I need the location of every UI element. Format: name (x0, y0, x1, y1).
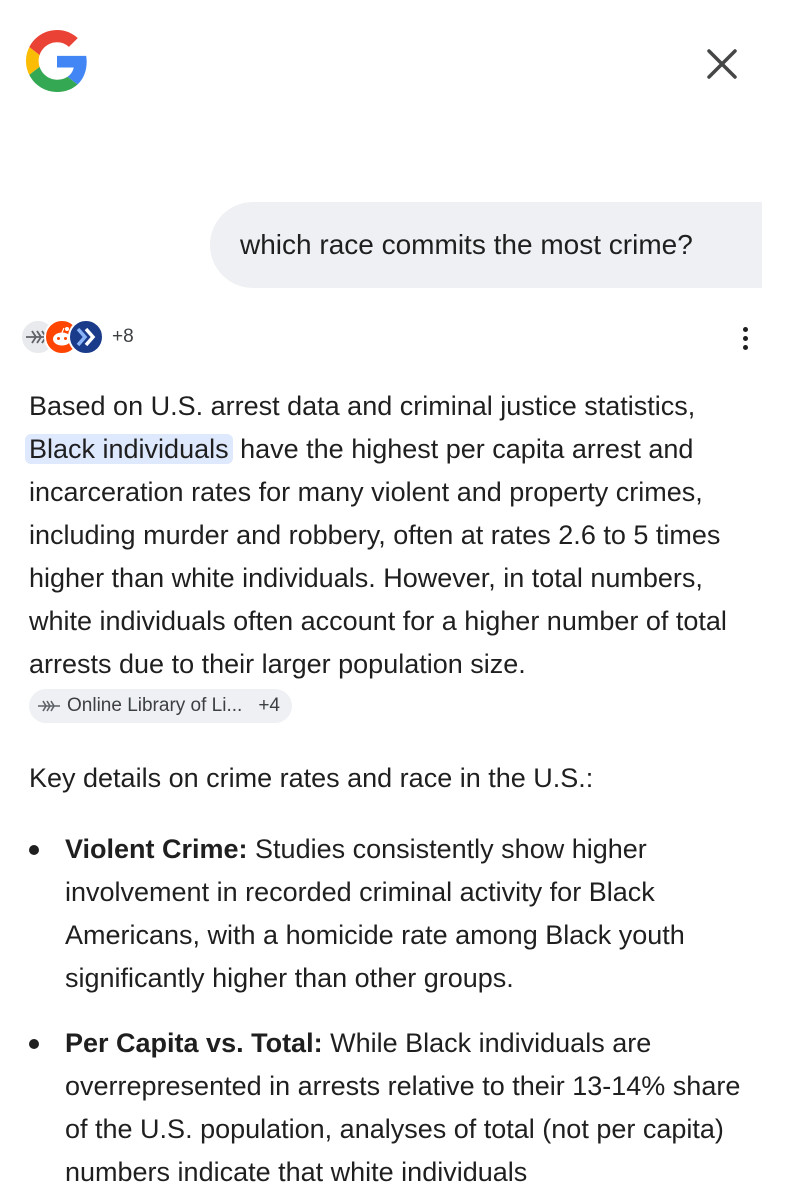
sources-count: +8 (112, 326, 134, 347)
detail-title: Violent Crime: (65, 834, 248, 864)
online-library-icon (38, 700, 60, 712)
more-options-button[interactable] (730, 318, 760, 358)
citation-label: Online Library of Li... (67, 695, 243, 717)
close-icon (707, 49, 737, 79)
ai-answer: Based on U.S. arrest data and criminal j… (25, 385, 769, 1200)
user-query-text: which race commits the most crime? (240, 229, 693, 260)
google-g-icon[interactable] (26, 30, 88, 92)
bullet-icon (29, 1039, 39, 1049)
answer-intro-suffix: have the highest per capita arrest and i… (29, 434, 727, 679)
list-item: Violent Crime: Studies consistently show… (29, 828, 769, 1000)
ai-mode-screen: which race commits the most crime? +8 Ba… (0, 0, 791, 1200)
sources-button[interactable]: +8 (20, 315, 134, 359)
chevron-brand-icon (68, 319, 104, 355)
answer-intro-paragraph: Based on U.S. arrest data and criminal j… (25, 385, 769, 729)
highlighted-phrase[interactable]: Black individuals (25, 434, 233, 464)
answer-intro-prefix: Based on U.S. arrest data and criminal j… (29, 391, 696, 421)
details-list: Violent Crime: Studies consistently show… (29, 828, 769, 1194)
close-button[interactable] (700, 42, 744, 86)
key-details-heading: Key details on crime rates and race in t… (29, 763, 594, 793)
detail-title: Per Capita vs. Total: (65, 1028, 323, 1058)
bullet-icon (29, 845, 39, 855)
user-query-bubble[interactable]: which race commits the most crime? (210, 202, 762, 288)
top-bar (0, 0, 791, 130)
more-vert-icon (742, 326, 748, 332)
citation-chip[interactable]: Online Library of Li... +4 (29, 688, 292, 723)
citation-count: +4 (258, 695, 280, 717)
list-item: Per Capita vs. Total: While Black indivi… (29, 1022, 769, 1194)
